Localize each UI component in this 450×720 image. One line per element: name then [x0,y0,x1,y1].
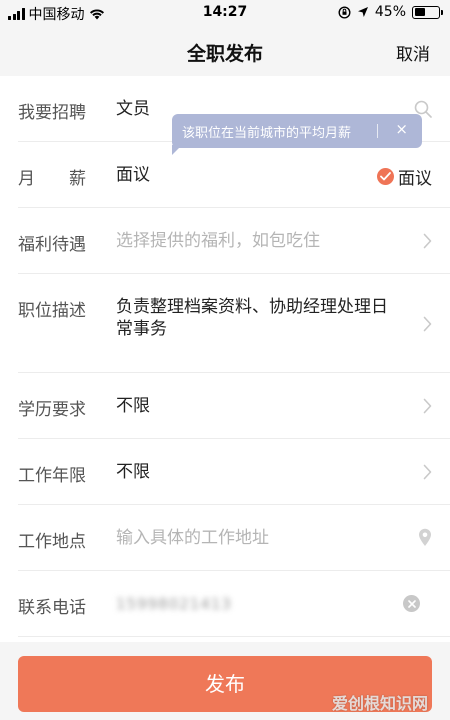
experience-label: 工作年限 [18,466,86,486]
position-label: 我要招聘 [18,103,86,123]
nav-bar: 全职发布 取消 [0,26,450,76]
benefits-label: 福利待遇 [18,235,86,255]
row-experience[interactable]: 工作年限 不限 [18,439,450,505]
status-right: 45% [338,4,443,20]
row-salary[interactable]: 月 薪 面议 面议 [18,142,450,208]
chevron-right-icon [414,316,432,332]
job-form: 我要招聘 文员 月 薪 面议 面议 福利待遇 选择提供的福利，如包吃住 职位描述… [0,76,450,637]
tooltip-divider [377,124,378,138]
battery-percent: 45% [374,4,406,20]
experience-value[interactable]: 不限 [116,461,414,483]
chevron-right-icon [414,464,432,480]
row-address[interactable]: 工作地点 输入具体的工作地址 [18,505,450,571]
page-title: 全职发布 [186,43,263,65]
chevron-right-icon [414,398,432,414]
phone-label: 联系电话 [18,598,86,618]
description-label: 职位描述 [18,301,86,321]
cancel-button[interactable]: 取消 [396,40,430,65]
status-bar: 中国移动 14:27 45% [0,0,450,26]
negotiable-label: 面议 [398,169,432,189]
education-value[interactable]: 不限 [116,395,414,417]
check-icon [377,168,394,185]
row-benefits[interactable]: 福利待遇 选择提供的福利，如包吃住 [18,208,450,274]
tooltip-text: 该职位在当前城市的平均月薪 [182,125,352,141]
row-description[interactable]: 职位描述 负责整理档案资料、协助经理处理日常事务 [18,274,450,373]
benefits-placeholder[interactable]: 选择提供的福利，如包吃住 [116,230,414,252]
address-placeholder[interactable]: 输入具体的工作地址 [116,527,414,549]
address-label: 工作地点 [18,532,86,552]
battery-icon [412,5,443,19]
chevron-right-icon [414,233,432,249]
location-pin-icon[interactable] [414,528,432,547]
row-education[interactable]: 学历要求 不限 [18,373,450,439]
orientation-lock-icon [338,5,351,19]
salary-label: 月 薪 [18,169,86,189]
bottom-bar: 发布 爱创根知识网 [0,642,450,720]
salary-tooltip: 该职位在当前城市的平均月薪 × [172,114,422,148]
row-phone[interactable]: 联系电话 15998021413 [18,571,450,637]
clear-icon[interactable] [402,595,420,612]
watermark: 爱创根知识网 [331,694,428,713]
education-label: 学历要求 [18,400,86,420]
description-value[interactable]: 负责整理档案资料、协助经理处理日常事务 [116,296,414,340]
phone-value[interactable]: 15998021413 [116,593,402,615]
location-arrow-icon [357,7,368,17]
close-icon[interactable]: × [395,120,408,138]
negotiable-checkbox[interactable]: 面议 [377,164,432,189]
battery-fill [414,8,425,16]
